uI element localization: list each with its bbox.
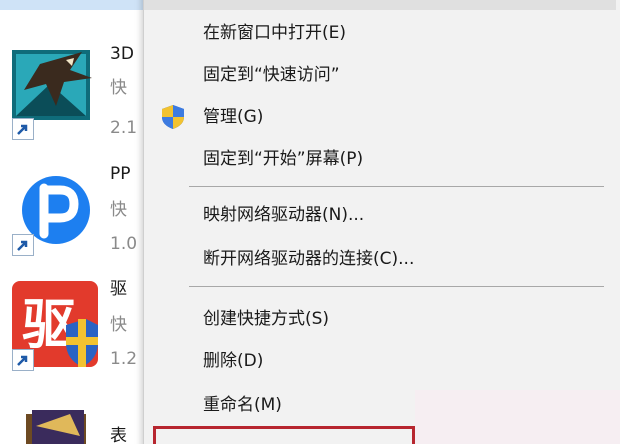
file-size: 1.2 bbox=[110, 349, 138, 369]
menu-item-open-new-window[interactable]: 在新窗口中打开(E) bbox=[144, 12, 616, 54]
menu-item-pin-start[interactable]: 固定到“开始”屏幕(P) bbox=[144, 138, 616, 180]
file-name: PP bbox=[110, 164, 131, 184]
explorer-screen: 3D 快 2.1 PP 快 1.0 驱 驱 快 1.2 表 在新窗口中打开(E)… bbox=[0, 0, 620, 444]
file-item-pp[interactable]: PP 快 1.0 bbox=[0, 160, 150, 260]
menu-separator bbox=[189, 186, 604, 187]
menu-item-label: 重命名(M) bbox=[203, 395, 282, 415]
file-type: 快 bbox=[110, 200, 127, 220]
menu-item-label: 固定到“快速访问” bbox=[203, 65, 340, 85]
menu-item-label: 固定到“开始”屏幕(P) bbox=[203, 149, 364, 169]
file-type: 快 bbox=[110, 315, 127, 335]
file-item-3d[interactable]: 3D 快 2.1 bbox=[0, 40, 150, 150]
file-size: 1.0 bbox=[110, 234, 138, 254]
menu-item-delete[interactable]: 删除(D) bbox=[144, 340, 616, 382]
menu-item-label: 管理(G) bbox=[203, 107, 264, 127]
file-name: 3D bbox=[110, 44, 134, 64]
menu-item-create-shortcut[interactable]: 创建快捷方式(S) bbox=[144, 298, 616, 340]
menu-item-manage[interactable]: 管理(G) bbox=[144, 96, 616, 138]
file-name: 驱 bbox=[110, 279, 127, 299]
file-item-driver[interactable]: 驱 驱 快 1.2 bbox=[0, 275, 150, 375]
file-item-partial[interactable]: 表 bbox=[0, 400, 150, 444]
background-area bbox=[415, 390, 620, 444]
menu-item-disconnect-drive[interactable]: 断开网络驱动器的连接(C)... bbox=[144, 238, 616, 280]
file-list-pane: 3D 快 2.1 PP 快 1.0 驱 驱 快 1.2 表 bbox=[0, 0, 150, 444]
file-name: 表 bbox=[110, 426, 127, 444]
menu-item-label: 删除(D) bbox=[203, 351, 264, 371]
menu-item-label: 断开网络驱动器的连接(C)... bbox=[203, 249, 415, 269]
highlight-box bbox=[153, 426, 415, 444]
shortcut-arrow-icon bbox=[12, 118, 34, 140]
shortcut-arrow-icon bbox=[12, 349, 34, 371]
menu-separator bbox=[189, 286, 604, 287]
app-icon-partial bbox=[10, 406, 102, 444]
file-type: 快 bbox=[110, 78, 127, 98]
uac-shield-icon bbox=[160, 104, 186, 130]
context-menu: 在新窗口中打开(E) 固定到“快速访问” 管理(G) 固定到“开始”屏幕(P) bbox=[143, 0, 620, 444]
menu-item-label: 映射网络驱动器(N)... bbox=[203, 205, 365, 225]
menu-item-open-partial[interactable] bbox=[144, 0, 616, 10]
menu-item-pin-quick-access[interactable]: 固定到“快速访问” bbox=[144, 54, 616, 96]
menu-item-label: 在新窗口中打开(E) bbox=[203, 23, 347, 43]
menu-item-label: 创建快捷方式(S) bbox=[203, 309, 330, 329]
selected-item-top[interactable] bbox=[0, 0, 150, 10]
shortcut-arrow-icon bbox=[12, 234, 34, 256]
menu-item-map-drive[interactable]: 映射网络驱动器(N)... bbox=[144, 194, 616, 236]
file-size: 2.1 bbox=[110, 118, 138, 138]
